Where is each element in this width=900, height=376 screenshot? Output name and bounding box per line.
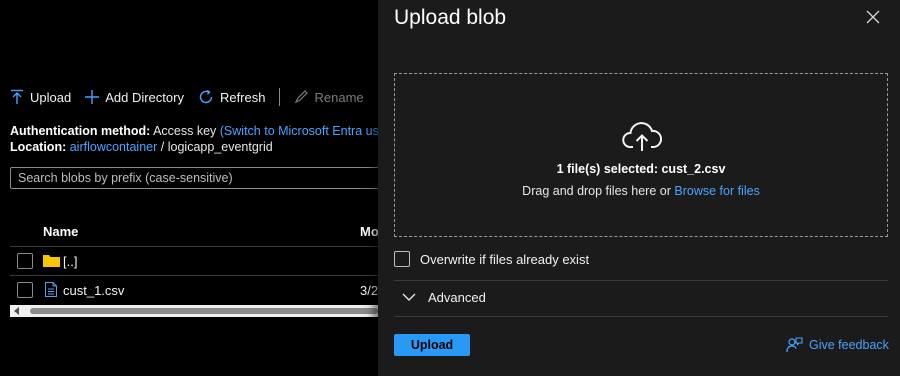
overwrite-checkbox[interactable] (394, 251, 410, 267)
drag-drop-text: Drag and drop files here or Browse for f… (395, 184, 887, 198)
overwrite-option[interactable]: Overwrite if files already exist (394, 251, 589, 267)
add-directory-button[interactable]: Add Directory (85, 90, 184, 105)
table-row[interactable]: cust_1.csv 3/2 (10, 276, 378, 304)
auth-method-value: Access key (153, 124, 217, 138)
row-checkbox[interactable] (17, 253, 33, 269)
file-icon (45, 282, 57, 300)
advanced-top-divider (394, 280, 888, 281)
toolbar-divider (279, 88, 281, 106)
upload-toolbar-label: Upload (30, 89, 72, 105)
column-header-modified[interactable]: Mo (360, 224, 378, 239)
search-placeholder: Search blobs by prefix (case-sensitive) (18, 171, 233, 185)
table-row[interactable]: [..] (10, 247, 378, 275)
column-header-name[interactable]: Name (43, 224, 78, 239)
give-feedback-link[interactable]: Give feedback (786, 337, 889, 353)
breadcrumb-container-link[interactable]: airflowcontainer (70, 140, 158, 154)
cloud-upload-icon (622, 122, 663, 155)
feedback-icon (786, 337, 803, 353)
breadcrumb-folder: logicapp_eventgrid (167, 140, 273, 154)
row-checkbox[interactable] (17, 282, 33, 298)
or-label: or (659, 184, 671, 198)
advanced-expander[interactable]: Advanced (402, 290, 486, 305)
upload-toolbar-button[interactable]: Upload (10, 89, 71, 105)
rename-icon (294, 90, 309, 104)
breadcrumb-separator: / (160, 140, 165, 154)
auth-method-label: Authentication method: (10, 124, 151, 138)
upload-icon (10, 89, 24, 105)
selected-files-text: 1 file(s) selected: cust_2.csv (556, 162, 726, 176)
refresh-label: Refresh (219, 89, 266, 105)
scroll-left-arrow-icon[interactable] (14, 307, 19, 315)
location-label: Location: (10, 140, 67, 154)
browse-files-link[interactable]: Browse for files (674, 184, 759, 198)
rename-label: Rename (314, 89, 364, 105)
overwrite-label: Overwrite if files already exist (420, 251, 590, 267)
plus-icon (85, 90, 100, 104)
row-name[interactable]: cust_1.csv (63, 283, 124, 298)
row-name[interactable]: [..] (63, 254, 77, 269)
switch-auth-link[interactable]: (Switch to Microsoft Entra user a (220, 124, 378, 138)
advanced-label: Advanced (428, 290, 486, 305)
scrollbar-thumb[interactable] (30, 308, 378, 314)
search-blobs-input[interactable]: Search blobs by prefix (case-sensitive) (10, 167, 378, 189)
auth-method-row: Authentication method: Access key (Switc… (10, 124, 378, 138)
toolbar: Upload Add Directory Refresh Rename (10, 86, 378, 108)
location-row: Location: airflowcontainer / logicapp_ev… (10, 140, 273, 154)
refresh-button[interactable]: Refresh (198, 89, 266, 105)
panel-title: Upload blob (394, 6, 507, 29)
horizontal-scrollbar[interactable] (10, 305, 378, 317)
advanced-bottom-divider (394, 316, 888, 317)
folder-icon (43, 253, 60, 270)
upload-button[interactable]: Upload (394, 334, 470, 356)
rename-button[interactable]: Rename (294, 89, 364, 105)
drag-drop-label: Drag and drop files here (522, 184, 657, 198)
row-modified: 3/2 (360, 283, 378, 298)
add-directory-label: Add Directory (105, 89, 184, 105)
close-icon[interactable] (866, 10, 880, 27)
upload-blob-panel: Upload blob 1 file(s) selected: cust_2.c… (378, 0, 900, 376)
blob-browser: Upload Add Directory Refresh Rename Auth… (0, 0, 378, 376)
give-feedback-label: Give feedback (809, 338, 889, 352)
file-drop-zone[interactable]: 1 file(s) selected: cust_2.csv Drag and … (394, 73, 888, 237)
refresh-icon (198, 89, 214, 105)
chevron-down-icon (402, 293, 416, 301)
